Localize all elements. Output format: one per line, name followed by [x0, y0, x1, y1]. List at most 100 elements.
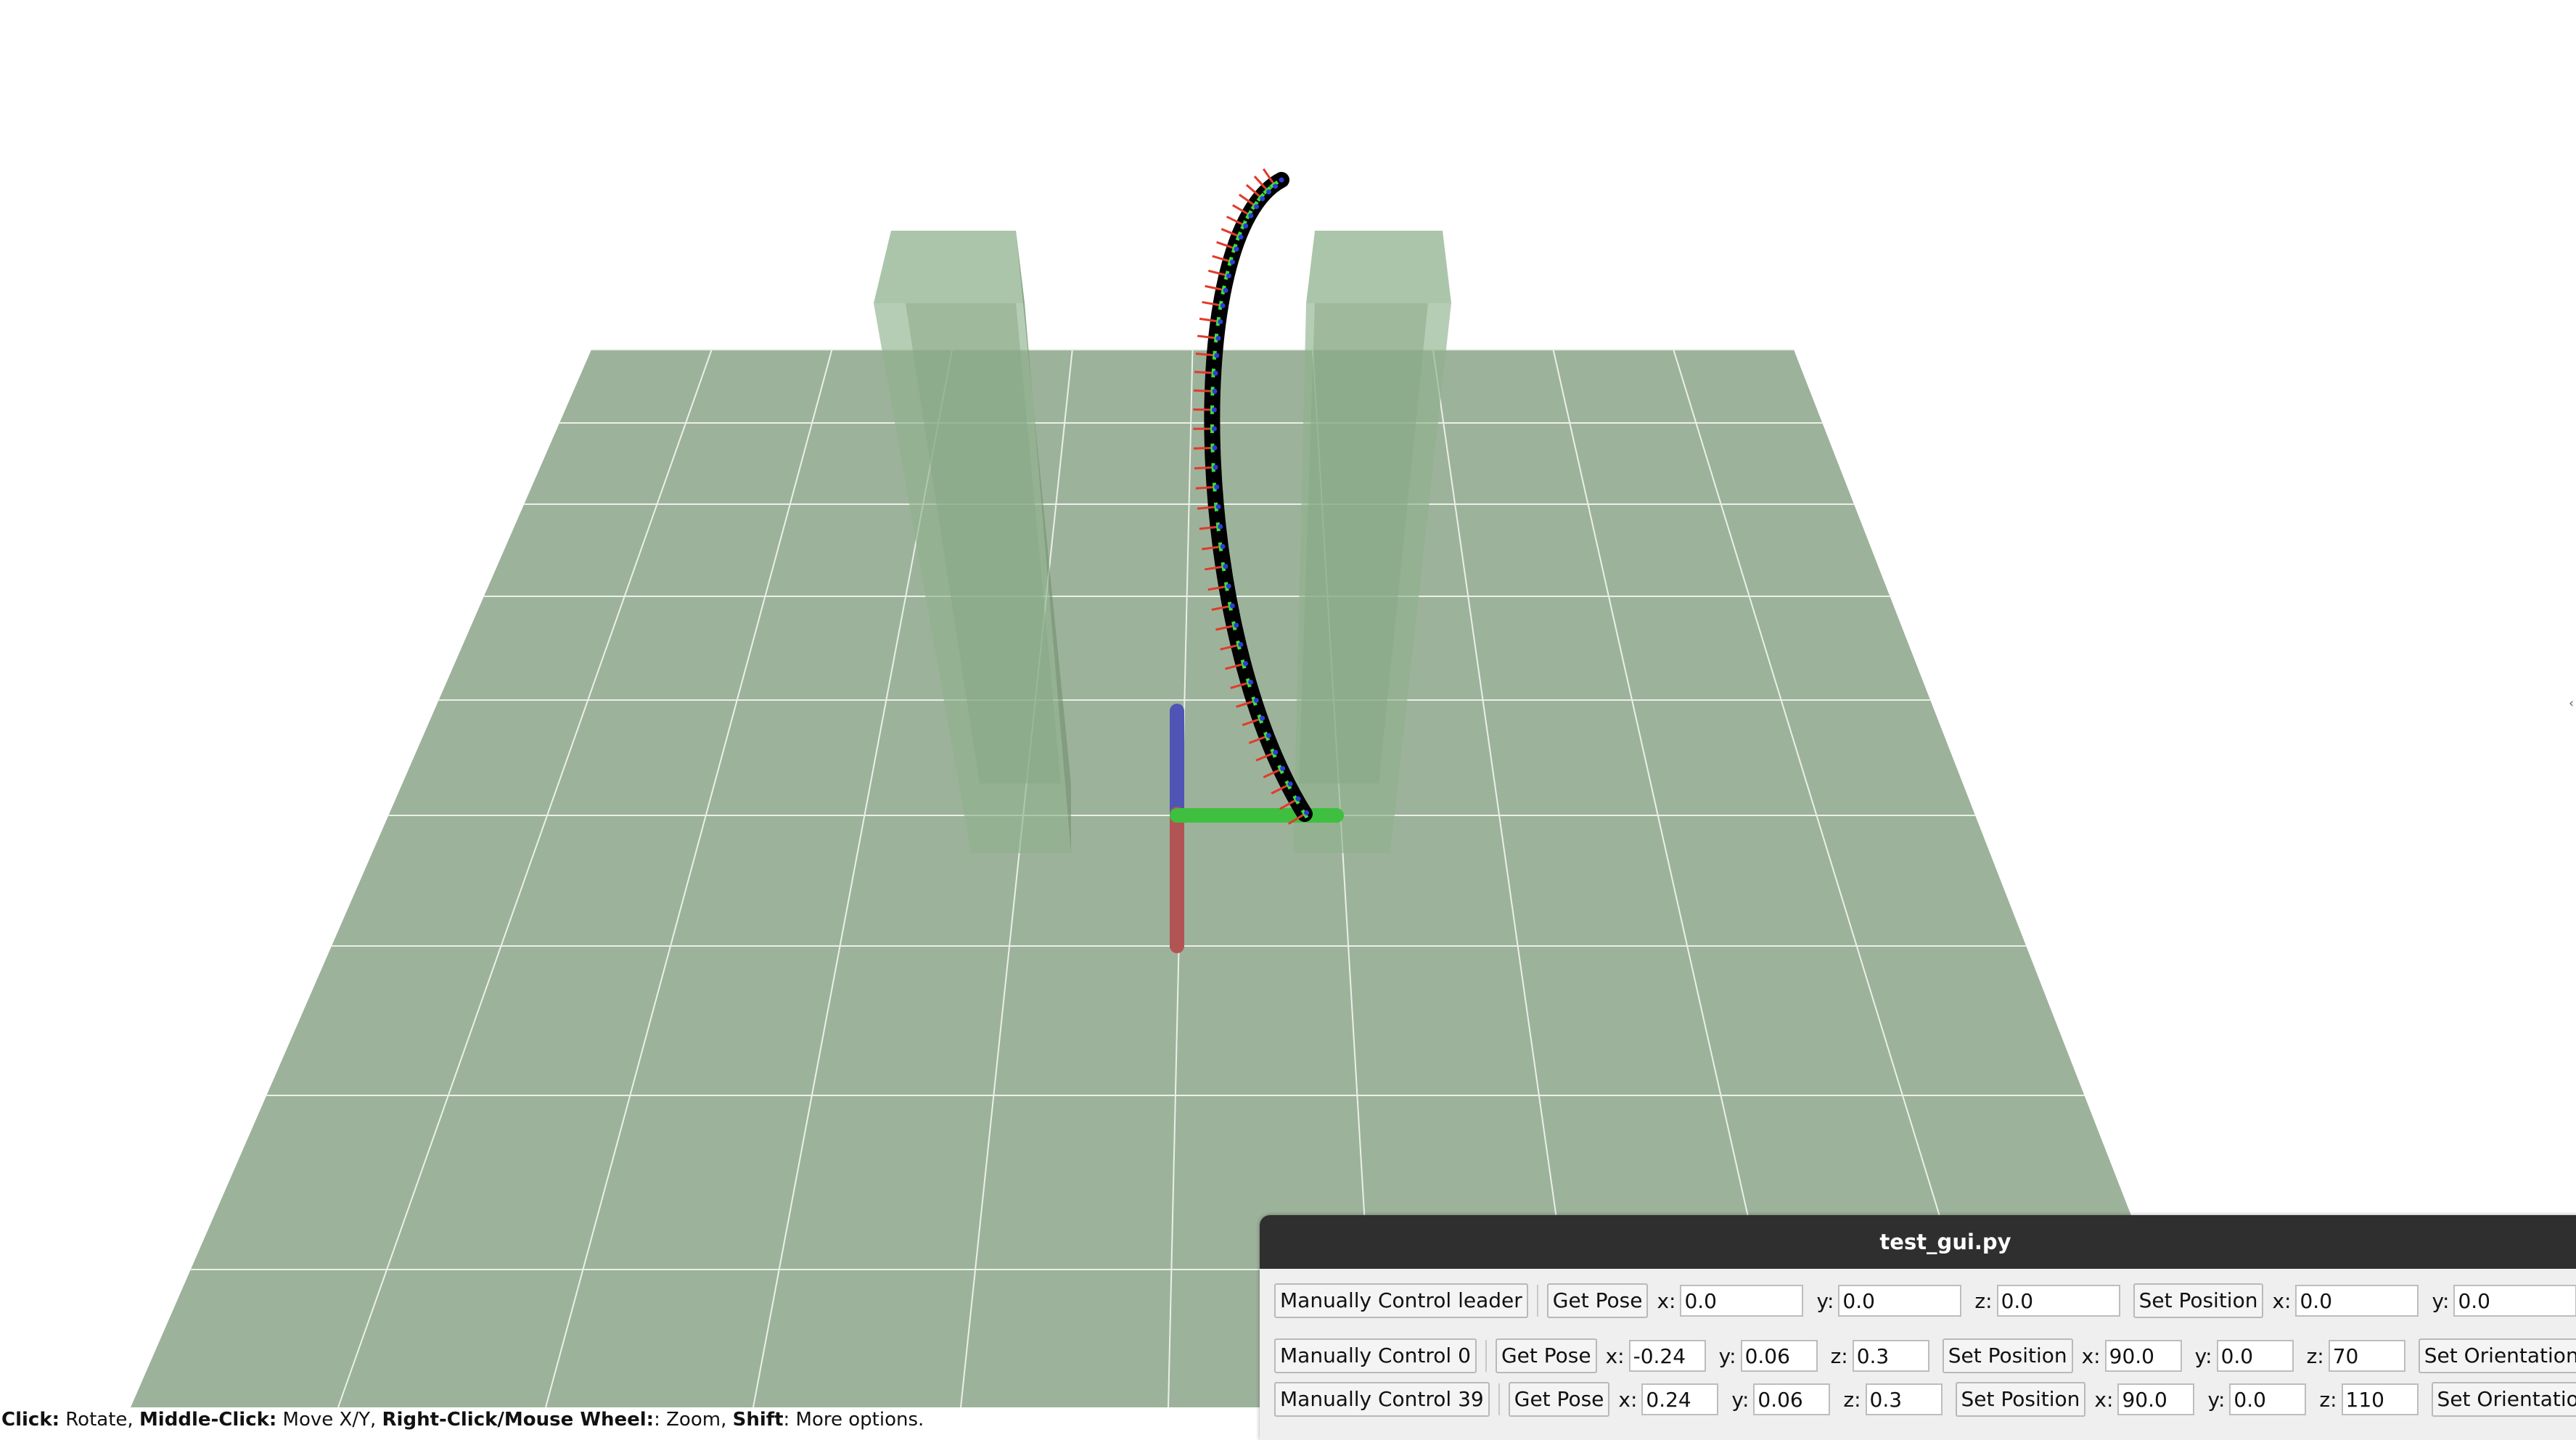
segment-frame-z: [1304, 810, 1309, 815]
position-y-field[interactable]: [1753, 1383, 1830, 1415]
segment-frame-z: [1226, 273, 1231, 279]
segment-frame-z: [1260, 196, 1265, 201]
set-orientation-button[interactable]: Set Orientation: [2432, 1382, 2576, 1417]
set-position-button[interactable]: Set Position: [2133, 1283, 2264, 1318]
segment-frame-z: [1218, 319, 1223, 324]
row-separator: [1485, 1340, 1487, 1372]
orientation-y-label: y:: [2432, 1289, 2449, 1313]
segment-frame-z: [1213, 389, 1218, 394]
position-y-label: y:: [1719, 1344, 1736, 1368]
segment-frame-z: [1214, 485, 1219, 490]
segment-frame-x: [1194, 390, 1213, 391]
segment-frame-z: [1243, 223, 1248, 229]
segment-frame-x: [1194, 372, 1213, 374]
segment-frame-z: [1248, 213, 1253, 218]
segment-frame-z: [1230, 260, 1235, 265]
window-title[interactable]: test_gui.py: [1260, 1215, 2576, 1269]
status-middle-action: Move X/Y,: [276, 1409, 382, 1431]
position-z-label: z:: [1843, 1388, 1861, 1412]
orientation-z-field[interactable]: [2342, 1383, 2419, 1415]
segment-frame-z: [1212, 445, 1217, 450]
segment-frame-z: [1273, 184, 1278, 189]
orientation-x-field[interactable]: [2117, 1383, 2194, 1415]
orientation-y-field[interactable]: [2229, 1383, 2306, 1415]
control-row-39: Manually Control 39 Get Pose x: y: z: Se…: [1274, 1381, 2576, 1418]
status-click-key: Click:: [1, 1409, 60, 1431]
segment-frame-z: [1288, 781, 1293, 786]
status-shift-action: : More options.: [784, 1409, 924, 1431]
set-position-button[interactable]: Set Position: [1943, 1338, 2073, 1373]
set-position-button[interactable]: Set Position: [1956, 1382, 2086, 1417]
segment-frame-z: [1214, 353, 1219, 358]
get-pose-button[interactable]: Get Pose: [1509, 1382, 1610, 1417]
panel-collapse-handle[interactable]: ‹: [2569, 693, 2576, 715]
segment-frame-z: [1273, 750, 1278, 755]
segment-frame-z: [1296, 797, 1301, 802]
segment-frame-z: [1248, 680, 1253, 685]
position-y-field[interactable]: [1838, 1285, 1961, 1317]
segment-frame-z: [1266, 189, 1271, 194]
orientation-x-field[interactable]: [2295, 1285, 2419, 1317]
segment-frame-z: [1280, 766, 1285, 771]
position-x-field[interactable]: [1641, 1383, 1718, 1415]
orientation-x-label: x:: [2082, 1344, 2101, 1368]
segment-frame-z: [1243, 661, 1248, 666]
segment-frame-z: [1221, 544, 1226, 549]
orientation-z-label: z:: [2319, 1388, 2337, 1412]
get-pose-button[interactable]: Get Pose: [1547, 1283, 1649, 1318]
status-right-action: : Zoom,: [654, 1409, 733, 1431]
position-x-label: x:: [1618, 1388, 1637, 1412]
segment-frame-z: [1221, 303, 1226, 308]
set-orientation-button[interactable]: Set Orientation: [2419, 1338, 2576, 1373]
segment-frame-z: [1212, 426, 1217, 431]
position-z-label: z:: [1831, 1344, 1848, 1368]
orientation-z-label: z:: [2307, 1344, 2324, 1368]
control-row-0: Manually Control 0 Get Pose x: y: z: Set…: [1274, 1337, 2576, 1375]
manual-control-0-button[interactable]: Manually Control 0: [1274, 1338, 1477, 1373]
segment-frame-z: [1254, 698, 1259, 703]
row-separator: [1498, 1383, 1500, 1415]
segment-frame-z: [1215, 504, 1221, 509]
control-row-leader: Manually Control leader Get Pose x: y: z…: [1274, 1282, 2576, 1320]
status-right-key: Right-Click/Mouse Wheel:: [382, 1409, 655, 1431]
segment-frame-z: [1218, 524, 1223, 529]
position-x-label: x:: [1657, 1289, 1675, 1313]
status-middle-key: Middle-Click:: [139, 1409, 276, 1431]
position-x-field[interactable]: [1629, 1340, 1706, 1372]
orientation-z-field[interactable]: [2329, 1340, 2405, 1372]
segment-frame-z: [1260, 716, 1265, 721]
position-y-field[interactable]: [1741, 1340, 1818, 1372]
position-x-field[interactable]: [1680, 1285, 1803, 1317]
segment-frame-z: [1238, 642, 1243, 647]
orientation-y-field[interactable]: [2453, 1285, 2576, 1317]
status-shift-key: Shift: [733, 1409, 784, 1431]
segment-frame-x: [1194, 467, 1213, 468]
position-z-field[interactable]: [1997, 1285, 2120, 1317]
segment-frame-z: [1223, 288, 1228, 293]
segment-frame-z: [1212, 407, 1217, 412]
gui-window: test_gui.py Manually Control leader Get …: [1260, 1215, 2576, 1440]
segment-frame-z: [1234, 623, 1239, 628]
segment-frame-z: [1266, 733, 1271, 738]
row-separator: [1537, 1285, 1538, 1317]
segment-frame-z: [1254, 204, 1259, 209]
manual-control-leader-button[interactable]: Manually Control leader: [1274, 1283, 1528, 1318]
orientation-y-field[interactable]: [2217, 1340, 2294, 1372]
orientation-x-label: x:: [2272, 1289, 2291, 1313]
position-x-label: x:: [1606, 1344, 1625, 1368]
position-y-label: y:: [1731, 1388, 1749, 1412]
segment-frame-x: [1194, 448, 1213, 449]
status-click-action: Rotate,: [60, 1409, 139, 1431]
segment-frame-x: [1196, 487, 1215, 488]
get-pose-button[interactable]: Get Pose: [1496, 1338, 1597, 1373]
position-z-field[interactable]: [1853, 1340, 1929, 1372]
segment-frame-z: [1230, 604, 1235, 609]
segment-frame-z: [1213, 465, 1218, 470]
segment-frame-z: [1226, 584, 1231, 589]
position-z-field[interactable]: [1866, 1383, 1943, 1415]
orientation-x-field[interactable]: [2105, 1340, 2182, 1372]
manual-control-39-button[interactable]: Manually Control 39: [1274, 1382, 1490, 1417]
segment-frame-z: [1279, 178, 1284, 183]
segment-frame-z: [1223, 564, 1228, 569]
orientation-y-label: y:: [2207, 1388, 2225, 1412]
